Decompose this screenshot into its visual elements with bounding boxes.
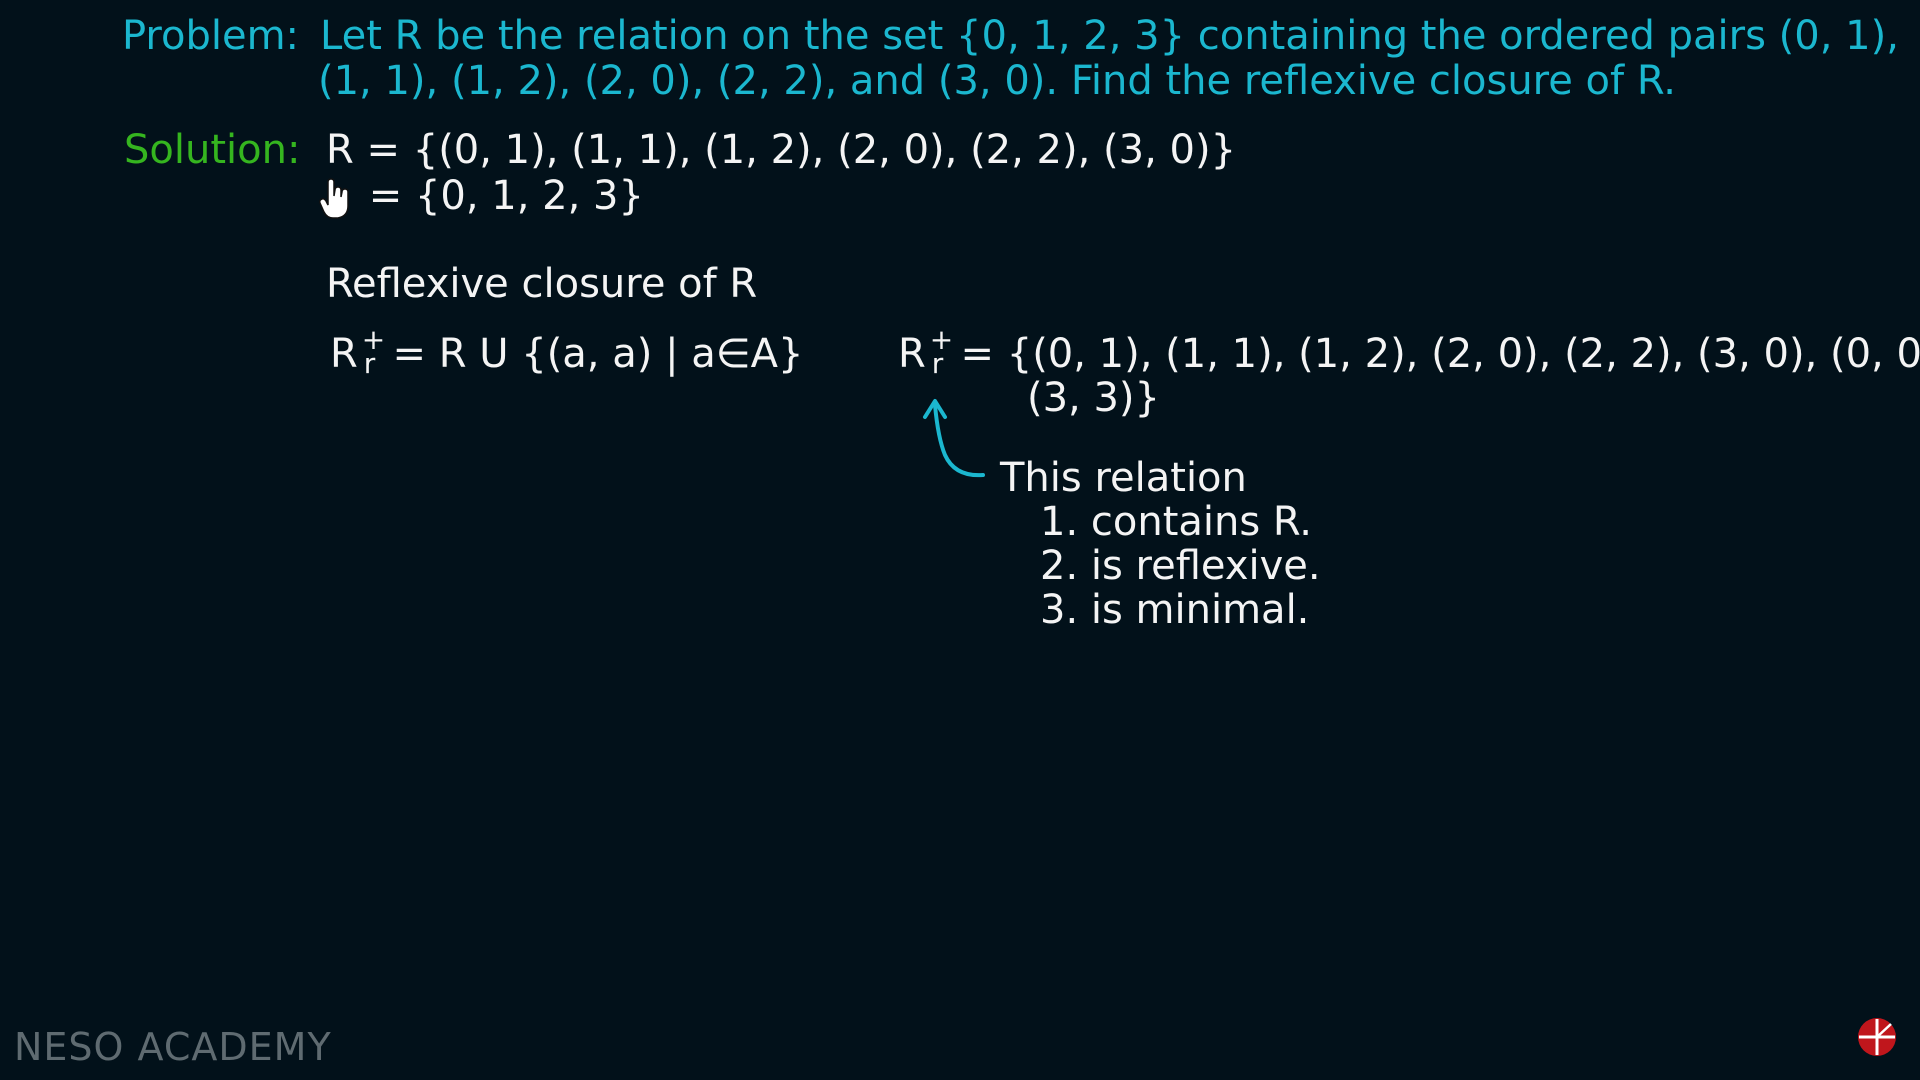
reflexive-closure-heading: Reflexive closure of R	[326, 261, 758, 307]
problem-text-line-2: (1, 1), (1, 2), (2, 0), (2, 2), and (3, …	[318, 58, 1676, 104]
hand-pointer-icon	[319, 178, 349, 219]
formula-right-base: R	[898, 331, 926, 377]
formula-right-rest: = {(0, 1), (1, 1), (1, 2), (2, 0), (2, 2…	[947, 331, 1920, 377]
annotation-item: 3. is minimal.	[1040, 587, 1310, 633]
problem-text-line-1: Let R be the relation on the set {0, 1, …	[320, 13, 1899, 59]
formula-left-base: R	[330, 331, 358, 377]
neso-logo-icon	[1858, 1018, 1896, 1056]
annotation-item: 2. is reflexive.	[1040, 543, 1321, 589]
curved-arrow-icon	[923, 399, 985, 478]
formula-right-subscript: r	[931, 347, 944, 380]
annotation-item: 1. contains R.	[1040, 499, 1312, 545]
relation-r-definition: R = {(0, 1), (1, 1), (1, 2), (2, 0), (2,…	[326, 127, 1237, 173]
set-a-value: = {0, 1, 2, 3}	[356, 173, 644, 219]
set-a-definition: = {0, 1, 2, 3}	[326, 176, 644, 216]
reflexive-closure-result-continuation: (3, 3)}	[1027, 375, 1160, 421]
annotation-title: This relation	[1000, 455, 1247, 501]
solution-label: Solution:	[124, 127, 301, 173]
watermark: NESO ACADEMY	[14, 1025, 332, 1069]
reflexive-closure-result: R + r = {(0, 1), (1, 1), (1, 2), (2, 0), (…	[898, 326, 1920, 378]
reflexive-closure-formula: R + r = R U {(a, a) | a∈A}	[330, 326, 804, 378]
formula-left-rest: = R U {(a, a) | a∈A}	[379, 331, 804, 377]
problem-label: Problem:	[122, 13, 300, 59]
formula-left-subscript: r	[363, 347, 376, 380]
